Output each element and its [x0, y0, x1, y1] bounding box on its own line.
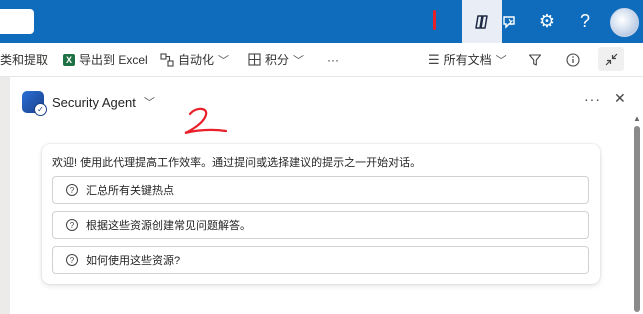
command-toolbar: 类和提取 X 导出到 Excel 自动化 ﹀ 积分 ﹀ ··· ☰ 所有文档 ﹀ [0, 43, 643, 77]
filter-button[interactable] [528, 43, 542, 76]
feedback-icon[interactable] [490, 0, 530, 43]
view-selector[interactable]: ☰ 所有文档 ﹀ [428, 43, 507, 76]
scrollbar[interactable] [634, 126, 640, 312]
red-handwritten-annotation [184, 107, 228, 135]
help-label: ? [579, 11, 590, 31]
panel-close-button[interactable]: ✕ [614, 90, 626, 107]
chevron-down-icon: ﹀ [293, 54, 305, 67]
view-selector-label: 所有文档 [443, 53, 492, 67]
search-input[interactable] [0, 9, 34, 34]
list-icon: ☰ [428, 51, 440, 67]
points-button[interactable]: 积分 ﹀ [248, 43, 304, 76]
chat-help-icon: ? [66, 254, 78, 266]
chevron-down-icon: ﹀ [143, 97, 155, 109]
scroll-up-icon[interactable]: ▲ [633, 114, 641, 123]
automate-button[interactable]: 自动化 ﹀ [160, 43, 229, 76]
red-annotation-mark [433, 10, 436, 30]
agent-selector[interactable]: Security Agent ﹀ [22, 90, 155, 116]
prompt-label: 汇总所有关键热点 [86, 185, 174, 197]
collapse-icon [605, 53, 617, 65]
suggested-prompt[interactable]: ? 汇总所有关键热点 [52, 176, 589, 204]
collapse-button[interactable] [598, 47, 624, 71]
export-excel-label: 导出到 Excel [79, 53, 148, 67]
left-rail [0, 77, 10, 314]
points-label: 积分 [265, 53, 290, 67]
automate-label: 自动化 [178, 53, 215, 67]
agent-title: Security Agent [52, 94, 136, 110]
info-button[interactable] [566, 43, 580, 76]
export-excel-button[interactable]: X 导出到 Excel [63, 43, 148, 76]
prompt-label: 根据这些资源创建常见问题解答。 [86, 220, 251, 232]
chat-help-icon: ? [66, 184, 78, 196]
suggested-prompt[interactable]: ? 如何使用这些资源? [52, 246, 589, 274]
info-icon [566, 52, 580, 67]
classify-extract-label: 类和提取 [0, 53, 49, 67]
automate-icon [160, 52, 174, 67]
suggested-prompt[interactable]: ? 根据这些资源创建常见问题解答。 [52, 211, 589, 239]
welcome-message: 欢迎! 使用此代理提高工作效率。通过提问或选择建议的提示之一开始对话。 [52, 157, 422, 169]
top-bar: ⚙ ? [0, 0, 643, 43]
classify-extract-button[interactable]: 类和提取 [0, 43, 48, 76]
more-commands-button[interactable]: ··· [327, 43, 339, 76]
security-agent-icon [22, 91, 47, 116]
panel-more-button[interactable]: ··· [584, 91, 601, 107]
chevron-down-icon: ﹀ [218, 54, 230, 67]
agent-panel: Security Agent ﹀ ··· ✕ 欢迎! 使用此代理提高工作效率。通… [10, 77, 643, 314]
excel-icon: X [63, 53, 75, 66]
welcome-card: 欢迎! 使用此代理提高工作效率。通过提问或选择建议的提示之一开始对话。 ? 汇总… [42, 144, 600, 284]
gear-icon[interactable]: ⚙ [527, 0, 567, 43]
chat-help-icon: ? [66, 219, 78, 231]
chevron-down-icon: ﹀ [495, 54, 507, 67]
help-icon[interactable]: ? [565, 0, 605, 43]
avatar[interactable] [610, 8, 639, 37]
filter-icon [528, 53, 542, 66]
prompt-label: 如何使用这些资源? [86, 255, 181, 267]
more-commands-label: ··· [327, 52, 339, 67]
grid-icon [248, 53, 261, 66]
